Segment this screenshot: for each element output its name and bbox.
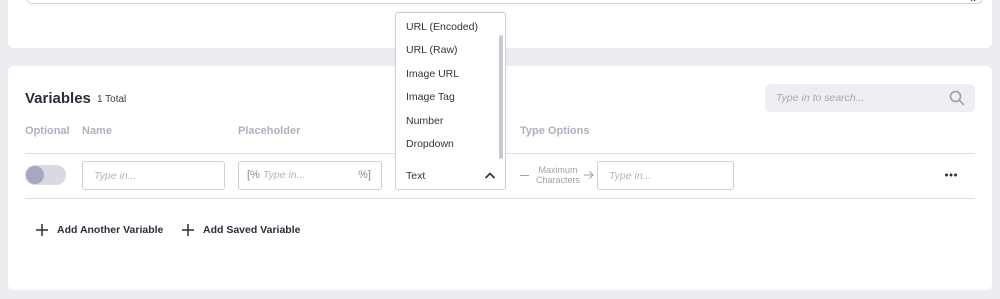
variables-search-input[interactable] [765, 84, 975, 112]
add-another-variable-button[interactable]: Add Another Variable [35, 221, 163, 239]
add-saved-variable-label: Add Saved Variable [203, 224, 301, 236]
placeholder-input-hint: Type in... [263, 169, 306, 181]
toggle-knob [26, 166, 44, 184]
resize-icon[interactable] [970, 0, 978, 2]
add-another-variable-label: Add Another Variable [57, 224, 164, 236]
dropdown-option-image-url[interactable]: Image URL [406, 68, 459, 80]
add-saved-variable-button[interactable]: Add Saved Variable [181, 221, 300, 239]
dropdown-option-url-encoded[interactable]: URL (Encoded) [406, 21, 478, 33]
plus-icon [36, 224, 48, 236]
dropdown-option-dropdown[interactable]: Dropdown [406, 138, 454, 150]
content-textarea[interactable] [26, 0, 983, 4]
arrow-right-icon [584, 171, 594, 179]
dropdown-option-image-tag[interactable]: Image Tag [406, 91, 455, 103]
column-header-type-options: Type Options [520, 125, 590, 137]
variables-count: 1 Total [97, 94, 127, 105]
placeholder-prefix: [% [247, 169, 260, 181]
max-chars-line2: Characters [535, 175, 580, 185]
search-icon[interactable] [949, 90, 965, 106]
max-chars-input-placeholder: Type in... [609, 169, 652, 182]
plus-icon [182, 224, 194, 236]
max-chars-line1: Maximum [538, 165, 578, 175]
optional-toggle[interactable] [25, 165, 66, 185]
type-select-value: Text [406, 170, 426, 182]
column-header-name: Name [82, 125, 112, 137]
variables-title: Variables [25, 90, 91, 107]
chevron-up-icon [485, 172, 495, 179]
max-chars-dash [520, 175, 529, 176]
max-chars-label: Maximum Characters [529, 165, 587, 185]
variable-type-select[interactable]: Text [395, 161, 506, 190]
dropdown-option-number[interactable]: Number [406, 115, 443, 127]
column-header-optional: Optional [25, 125, 70, 137]
placeholder-suffix: %] [358, 169, 371, 181]
dropdown-option-url-raw[interactable]: URL (Raw) [406, 44, 458, 56]
more-options-icon[interactable] [944, 168, 958, 182]
name-input-placeholder: Type in... [94, 169, 137, 182]
type-dropdown-menu: URL (Encoded) URL (Raw) Image URL Image … [395, 12, 506, 161]
variable-placeholder-input[interactable]: [% Type in... %] [238, 161, 382, 190]
column-header-placeholder: Placeholder [238, 125, 301, 137]
max-chars-input[interactable]: Type in... [597, 161, 734, 190]
variable-name-input[interactable]: Type in... [82, 161, 225, 190]
row-divider [25, 198, 975, 199]
dropdown-scrollbar[interactable] [499, 35, 503, 159]
